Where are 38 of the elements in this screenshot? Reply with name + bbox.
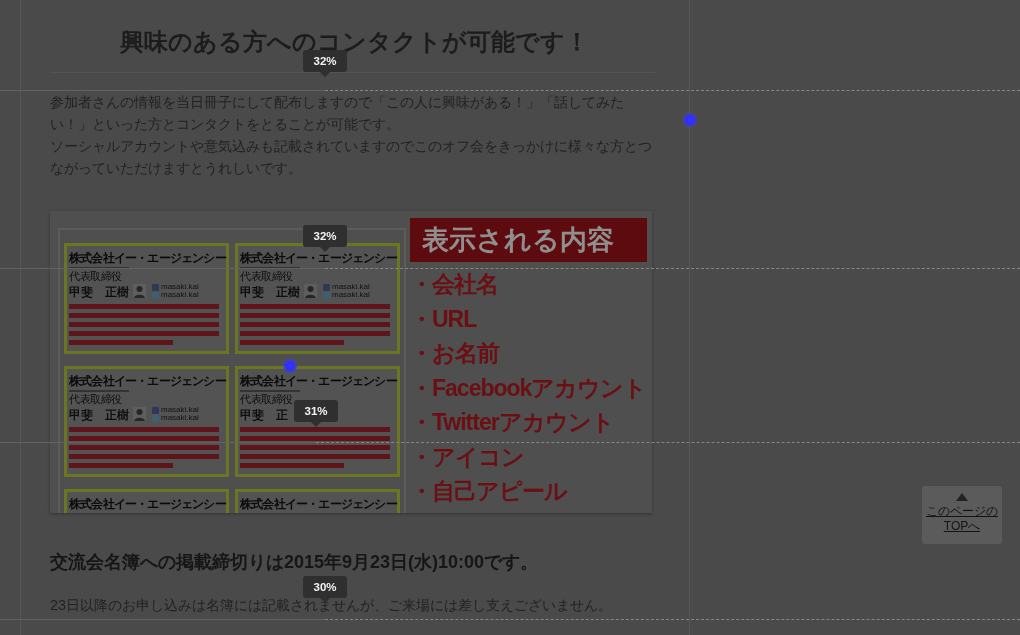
percent-tooltip: 30%	[303, 576, 347, 603]
twitter-icon	[323, 291, 330, 299]
panel-list-item: ・Twitterアカウント	[410, 408, 614, 436]
percent-tooltip: 32%	[303, 225, 347, 252]
person-name: 甲斐 正樹	[69, 408, 129, 422]
twitter-icon	[152, 414, 159, 422]
job-title: 代表取締役	[69, 270, 122, 283]
panel-title-banner: 表示される内容	[410, 218, 647, 262]
panel-list-item: ・お名前	[410, 339, 499, 367]
job-title: 代表取締役	[69, 393, 122, 406]
twitter-icon	[152, 291, 159, 299]
company-name: 株式会社イー・エージェンシー	[240, 251, 397, 265]
person-name: 甲斐 正	[240, 408, 288, 422]
panel-list-item: ・アイコン	[410, 442, 524, 471]
company-name: 株式会社イー・エージェンシー	[69, 497, 226, 511]
percent-tooltip: 31%	[294, 400, 338, 427]
panel-list-item: ・URL	[410, 304, 477, 333]
click-dot-icon	[683, 113, 697, 127]
avatar-icon	[304, 284, 317, 298]
person-name: 甲斐 正樹	[240, 285, 300, 299]
company-name: 株式会社イー・エージェンシー	[240, 374, 397, 388]
avatar-icon	[133, 407, 146, 421]
avatar-icon	[133, 284, 146, 298]
job-title: 代表取締役	[240, 270, 293, 283]
facebook-icon	[152, 406, 159, 414]
percent-tooltip: 32%	[303, 50, 347, 77]
company-name: 株式会社イー・エージェンシー	[69, 251, 226, 265]
facebook-icon	[323, 283, 330, 291]
person-name: 甲斐 正樹	[69, 285, 129, 299]
company-name: 株式会社イー・エージェンシー	[69, 374, 226, 388]
job-title: 代表取締役	[240, 393, 293, 406]
facebook-icon	[152, 283, 159, 291]
panel-list-item: ・Facebookアカウント	[410, 373, 647, 402]
company-name: 株式会社イー・エージェンシー	[240, 497, 397, 511]
up-triangle-icon	[956, 493, 968, 501]
panel-list-item: ・会社名	[410, 270, 498, 298]
back-to-top-link[interactable]: このページの TOPへ	[922, 486, 1002, 544]
panel-list-item: ・自己アピール	[410, 477, 567, 505]
